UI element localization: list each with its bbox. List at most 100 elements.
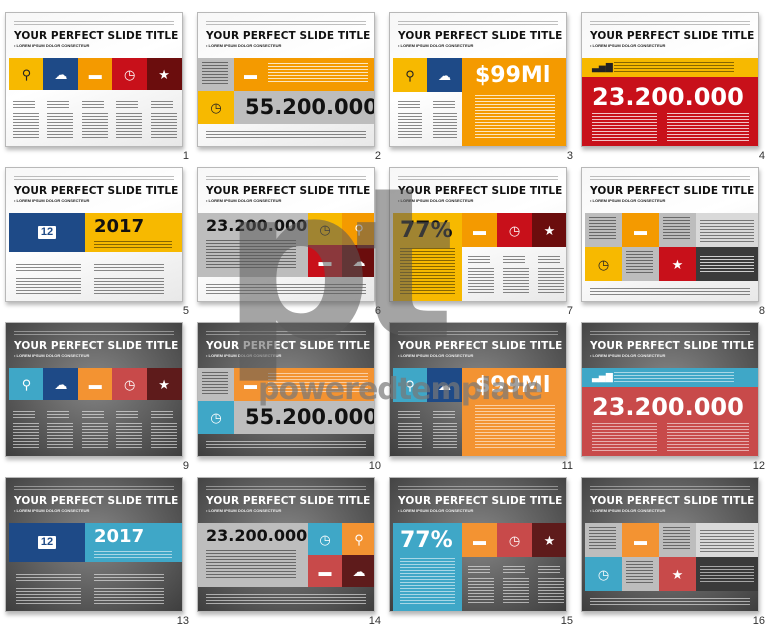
body-text [626, 561, 653, 585]
cloud-tile: ☁ [427, 58, 462, 92]
icon-tile: ☁ [43, 58, 79, 90]
slide-thumbnail[interactable]: YOUR PERFECT SLIDE TITLE • LOREM IPSUM DO… [389, 12, 567, 147]
body-text [47, 101, 70, 109]
calendar-icon: 12 [37, 226, 57, 239]
slide-thumbnail[interactable]: YOUR PERFECT SLIDE TITLE • LOREM IPSUM DO… [389, 322, 567, 457]
body-text [398, 113, 422, 139]
slide-thumbnail[interactable]: YOUR PERFECT SLIDE TITLE • LOREM IPSUM DO… [197, 12, 375, 147]
clock-tile: ◷ [198, 91, 234, 124]
slide-thumbnail[interactable]: YOUR PERFECT SLIDE TITLE • LOREM IPSUM DO… [389, 477, 567, 612]
body-text [116, 411, 139, 419]
star-icon: ★ [158, 376, 170, 392]
slide-thumbnail[interactable]: YOUR PERFECT SLIDE TITLE • LOREM IPSUM DO… [581, 167, 759, 302]
slide-title: YOUR PERFECT SLIDE TITLE [590, 495, 755, 507]
slide-number: 10 [368, 460, 381, 472]
search-tile: ⚲ [393, 58, 427, 92]
clock-icon: ◷ [319, 531, 331, 547]
body-text [400, 248, 455, 294]
body-text [94, 574, 164, 582]
slide-subtitle: • LOREM IPSUM DOLOR CONSECTEUR [590, 353, 666, 358]
cloud-icon: ☁ [352, 563, 366, 579]
icon-tile: ⚲ [342, 523, 374, 555]
body-text [667, 423, 749, 451]
slide-header: YOUR PERFECT SLIDE TITLE • LOREM IPSUM DO… [14, 486, 178, 513]
slide-header: YOUR PERFECT SLIDE TITLE • LOREM IPSUM DO… [590, 21, 755, 48]
slide-thumbnail[interactable]: YOUR PERFECT SLIDE TITLE • LOREM IPSUM DO… [197, 167, 375, 302]
slide-thumbnail[interactable]: YOUR PERFECT SLIDE TITLE • LOREM IPSUM DO… [197, 477, 375, 612]
slide-title: YOUR PERFECT SLIDE TITLE [206, 30, 371, 42]
icon-tile: ▬ [308, 555, 342, 587]
slide-thumbnail-cell: YOUR PERFECT SLIDE TITLE • LOREM IPSUM DO… [197, 322, 381, 472]
slide-number: 15 [560, 615, 573, 627]
slide-thumbnail-cell: YOUR PERFECT SLIDE TITLE • LOREM IPSUM DO… [5, 322, 189, 472]
slide-subtitle: • LOREM IPSUM DOLOR CONSECTEUR [398, 508, 474, 513]
slide-header: YOUR PERFECT SLIDE TITLE • LOREM IPSUM DO… [590, 331, 755, 358]
slide-thumbnail[interactable]: YOUR PERFECT SLIDE TITLE • LOREM IPSUM DO… [581, 12, 759, 147]
body-text [81, 411, 104, 419]
slide-subtitle: • LOREM IPSUM DOLOR CONSECTEUR [206, 353, 282, 358]
body-text [468, 256, 490, 264]
slide-thumbnail[interactable]: YOUR PERFECT SLIDE TITLE • LOREM IPSUM DO… [581, 322, 759, 457]
slide-number: 9 [182, 460, 189, 472]
body-text [538, 268, 564, 294]
body-text [16, 264, 81, 272]
slide-thumbnail[interactable]: YOUR PERFECT SLIDE TITLE • LOREM IPSUM DO… [5, 322, 183, 457]
body-text [468, 268, 494, 294]
clock-tile: ◷ [585, 247, 622, 281]
slide-header: YOUR PERFECT SLIDE TITLE • LOREM IPSUM DO… [206, 176, 370, 203]
cloud-icon: ☁ [438, 67, 451, 83]
folder-icon: ▬ [88, 66, 102, 82]
body-text [592, 423, 657, 451]
icon-tile: ◷ [112, 368, 148, 400]
search-icon: ⚲ [354, 531, 364, 547]
body-text [13, 411, 35, 419]
big-value: 23.200.000 [206, 526, 308, 545]
icon-tile: ☁ [43, 368, 79, 400]
slide-title: YOUR PERFECT SLIDE TITLE [590, 340, 755, 352]
clock-tile: ◷ [198, 401, 234, 434]
search-icon: ⚲ [354, 221, 364, 237]
big-value: 2017 [94, 216, 145, 237]
body-text [81, 101, 104, 109]
folder-icon: ▬ [634, 532, 647, 548]
body-text [503, 566, 525, 574]
body-text [47, 423, 74, 449]
clock-icon: ◷ [210, 410, 222, 425]
body-text [626, 251, 653, 275]
body-text [468, 566, 490, 574]
body-text [590, 288, 750, 296]
slide-thumbnail[interactable]: YOUR PERFECT SLIDE TITLE • LOREM IPSUM DO… [197, 322, 375, 457]
header-caption-lines [206, 331, 366, 336]
body-text [13, 113, 39, 139]
slide-thumbnail[interactable]: YOUR PERFECT SLIDE TITLE • LOREM IPSUM DO… [5, 12, 183, 147]
slide-thumbnail-cell: YOUR PERFECT SLIDE TITLE • LOREM IPSUM DO… [581, 12, 765, 162]
slide-thumbnail[interactable]: YOUR PERFECT SLIDE TITLE • LOREM IPSUM DO… [389, 167, 567, 302]
slide-subtitle: • LOREM IPSUM DOLOR CONSECTEUR [206, 43, 282, 48]
body-text [614, 62, 734, 72]
icon-tile: ◷ [497, 213, 532, 247]
slide-thumbnail[interactable]: YOUR PERFECT SLIDE TITLE • LOREM IPSUM DO… [5, 477, 183, 612]
folder-icon: ▬ [318, 253, 332, 269]
slide-title: YOUR PERFECT SLIDE TITLE [590, 30, 755, 42]
slide-thumbnail[interactable]: YOUR PERFECT SLIDE TITLE • LOREM IPSUM DO… [581, 477, 759, 612]
folder-icon: ▬ [318, 563, 332, 579]
slide-subtitle: • LOREM IPSUM DOLOR CONSECTEUR [14, 353, 90, 358]
icon-tile: ◷ [308, 523, 342, 555]
icon-tile: ⚲ [342, 213, 374, 245]
slide-header: YOUR PERFECT SLIDE TITLE • LOREM IPSUM DO… [590, 486, 755, 513]
icon-tile: ★ [532, 523, 566, 557]
calendar-tile: 12 [9, 523, 85, 562]
slide-thumbnail-cell: YOUR PERFECT SLIDE TITLE • LOREM IPSUM DO… [581, 322, 765, 472]
big-value: 55.200.000 [245, 405, 375, 429]
body-text [202, 372, 228, 394]
body-text [700, 220, 754, 242]
body-text [468, 578, 494, 604]
folder-tile: ▬ [622, 523, 659, 557]
slide-thumbnail[interactable]: YOUR PERFECT SLIDE TITLE • LOREM IPSUM DO… [5, 167, 183, 302]
header-caption-lines [398, 21, 558, 26]
body-text [81, 113, 108, 139]
slide-subtitle: • LOREM IPSUM DOLOR CONSECTEUR [590, 508, 666, 513]
slide-number: 2 [374, 150, 381, 162]
header-caption-lines [206, 21, 366, 26]
slide-header: YOUR PERFECT SLIDE TITLE • LOREM IPSUM DO… [14, 331, 178, 358]
